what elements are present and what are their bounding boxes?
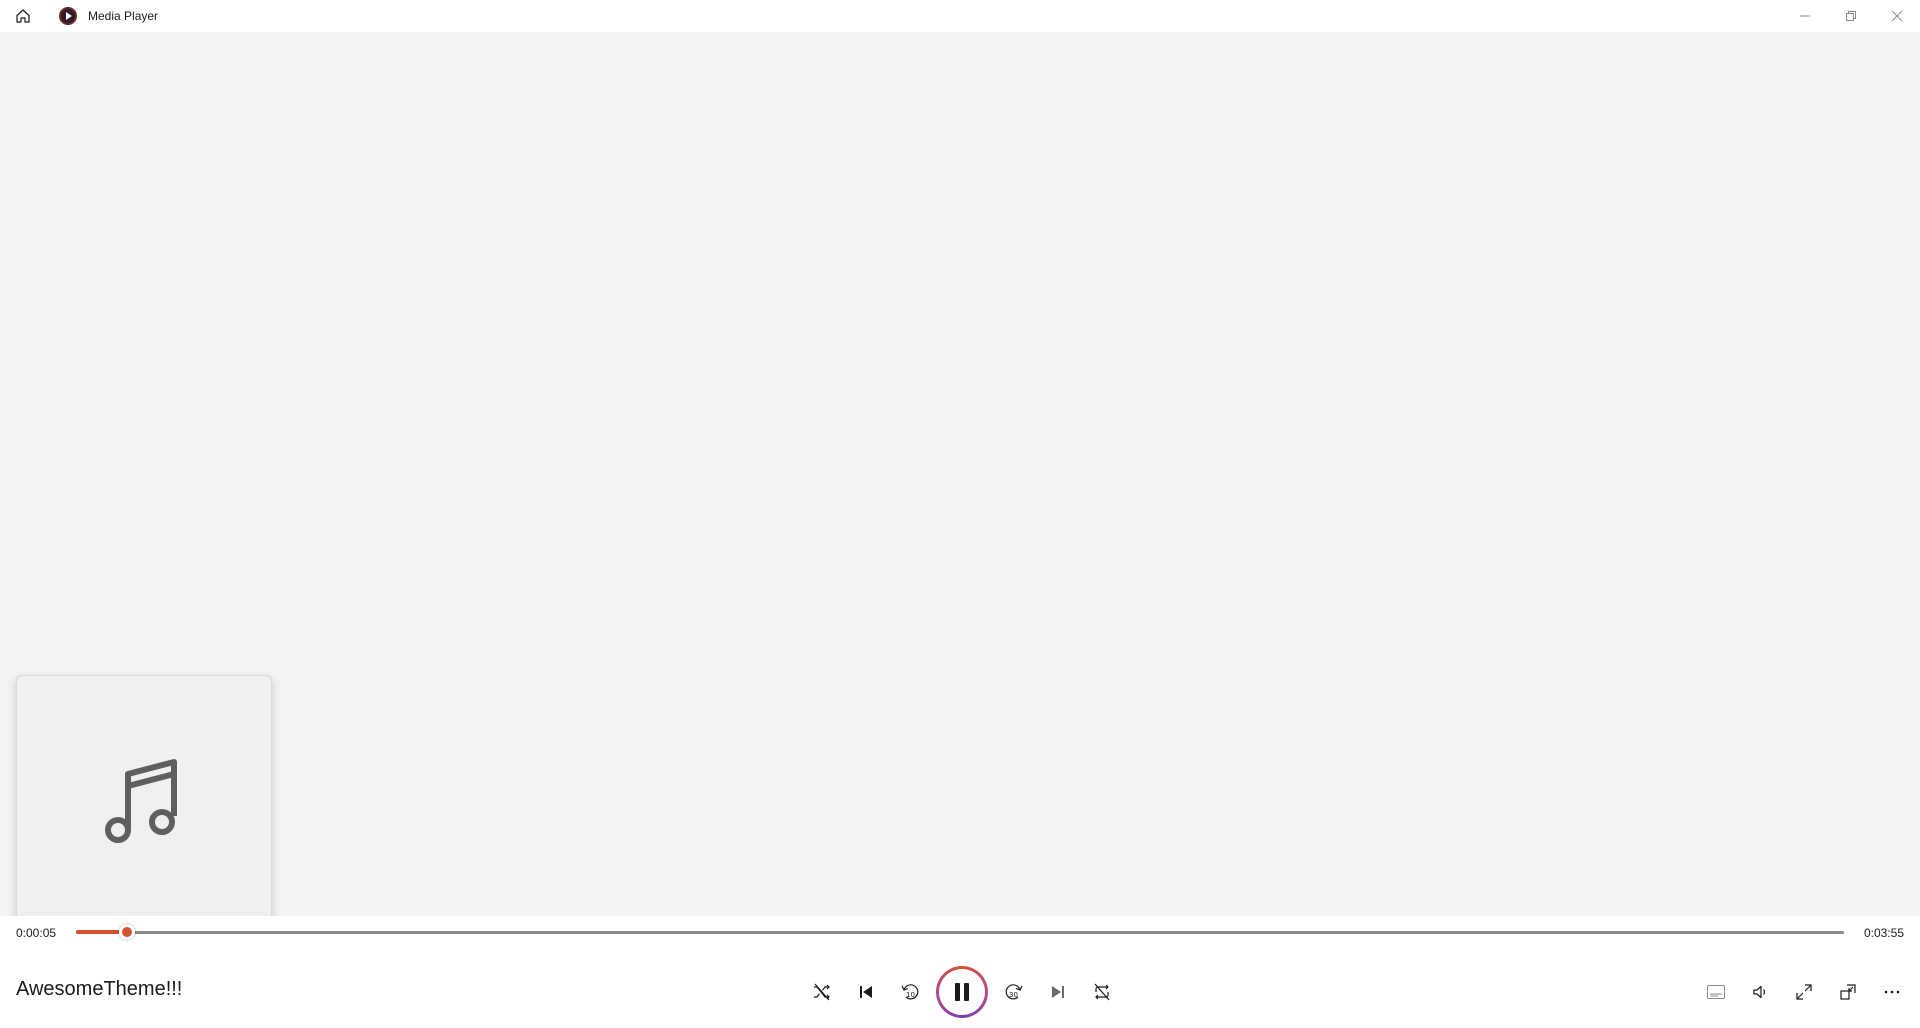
next-icon	[1052, 986, 1064, 998]
forward-30-button[interactable]: 30	[992, 970, 1036, 1014]
more-icon	[1884, 990, 1900, 994]
album-art[interactable]	[16, 675, 272, 931]
next-button[interactable]	[1036, 970, 1080, 1014]
seek-slider[interactable]	[76, 924, 1844, 940]
media-player-app-icon	[59, 7, 77, 25]
rewind-10-label: 10	[906, 991, 915, 999]
mini-player-icon	[1840, 984, 1856, 1000]
video-area[interactable]	[0, 32, 1920, 931]
seek-track	[76, 931, 1844, 934]
transport-bar: 0:00:05 0:03:55 AwesomeTheme!!! 10 30	[0, 916, 1920, 1028]
captions-button[interactable]	[1694, 970, 1738, 1014]
rewind-10-icon: 10	[901, 984, 919, 1000]
restore-button[interactable]	[1828, 0, 1874, 32]
shuffle-button[interactable]	[800, 970, 844, 1014]
home-icon	[16, 9, 30, 23]
close-icon	[1892, 11, 1902, 21]
rewind-10-button[interactable]: 10	[888, 970, 932, 1014]
seek-thumb[interactable]	[119, 924, 136, 940]
window-controls	[1782, 0, 1920, 32]
minimize-button[interactable]	[1782, 0, 1828, 32]
volume-icon	[1753, 985, 1766, 999]
play-pause-inner	[939, 969, 985, 1015]
forward-30-icon: 30	[1005, 984, 1023, 1000]
restore-icon	[1846, 11, 1856, 21]
title-bar: Media Player	[0, 0, 1920, 32]
shuffle-icon	[814, 983, 830, 1001]
view-controls	[1694, 970, 1914, 1014]
playback-controls: 10 30	[800, 966, 1124, 1018]
current-time: 0:00:05	[16, 926, 57, 940]
close-button[interactable]	[1874, 0, 1920, 32]
captions-icon	[1707, 985, 1725, 999]
home-button[interactable]	[0, 0, 46, 32]
repeat-off-icon	[1094, 983, 1110, 1001]
music-note-icon	[105, 759, 177, 843]
pause-icon	[955, 983, 969, 1001]
repeat-button[interactable]	[1080, 970, 1124, 1014]
forward-30-label: 30	[1009, 991, 1018, 999]
previous-button[interactable]	[844, 970, 888, 1014]
previous-icon	[860, 986, 872, 998]
total-time: 0:03:55	[1863, 926, 1904, 940]
more-button[interactable]	[1870, 970, 1914, 1014]
app-title: Media Player	[88, 9, 159, 23]
fullscreen-button[interactable]	[1782, 970, 1826, 1014]
minimize-icon	[1800, 15, 1810, 17]
song-title[interactable]: AwesomeTheme!!!	[16, 978, 182, 1001]
play-pause-button[interactable]	[936, 966, 988, 1018]
mini-player-button[interactable]	[1826, 970, 1870, 1014]
fullscreen-icon	[1796, 984, 1812, 1000]
volume-button[interactable]	[1738, 970, 1782, 1014]
